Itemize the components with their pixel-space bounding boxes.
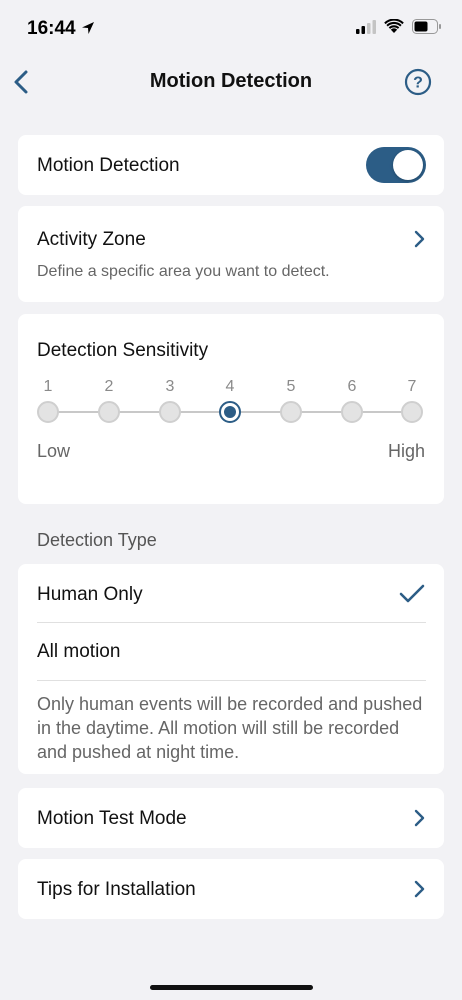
svg-text:?: ? [413, 75, 423, 92]
activity-zone-card[interactable]: Activity Zone Define a specific area you… [18, 206, 444, 302]
sensitivity-low-label: Low [37, 441, 71, 461]
detection-sensitivity-label: Detection Sensitivity [37, 340, 209, 361]
sensitivity-step-label: 7 [407, 378, 417, 395]
status-bar: 16:44 [0, 0, 462, 56]
tips-for-installation-card[interactable]: Tips for Installation [18, 859, 444, 919]
detection-type-note: Only human events will be recorded and p… [37, 694, 423, 762]
divider [37, 680, 426, 681]
status-icons [356, 19, 442, 34]
sensitivity-step-dot-selected[interactable] [219, 401, 241, 423]
detection-type-header: Detection Type [37, 530, 157, 550]
home-indicator [150, 985, 313, 990]
chevron-right-icon [414, 809, 425, 827]
sensitivity-step-label: 3 [165, 378, 175, 395]
motion-detection-toggle[interactable] [366, 147, 426, 183]
sensitivity-step-label: 4 [225, 378, 235, 395]
detection-option-human-only[interactable]: Human Only [18, 564, 444, 622]
sensitivity-step-dot[interactable] [98, 401, 120, 423]
page-title: Motion Detection [149, 70, 313, 92]
activity-zone-label: Activity Zone [37, 229, 146, 250]
detection-type-card: Human Only All motion Only human events … [18, 564, 444, 774]
help-icon[interactable]: ? [404, 68, 432, 96]
motion-detection-card: Motion Detection [18, 135, 444, 195]
all-motion-label: All motion [37, 641, 121, 662]
battery-icon [412, 19, 441, 34]
chevron-right-icon [414, 880, 425, 898]
chevron-right-icon [414, 230, 425, 248]
sensitivity-step-label: 2 [104, 378, 114, 395]
toggle-knob [393, 150, 423, 180]
sensitivity-step-dot[interactable] [341, 401, 363, 423]
sensitivity-step-label: 5 [286, 378, 296, 395]
sensitivity-high-label: High [387, 441, 425, 461]
sensitivity-step-dot[interactable] [159, 401, 181, 423]
wifi-icon [384, 19, 404, 33]
detection-option-all-motion[interactable]: All motion [18, 623, 444, 680]
tips-for-installation-label: Tips for Installation [37, 879, 196, 900]
location-arrow-icon [82, 22, 94, 34]
sensitivity-step-dot[interactable] [37, 401, 59, 423]
sensitivity-step-dot[interactable] [280, 401, 302, 423]
human-only-label: Human Only [37, 584, 143, 605]
status-time: 16:44 [27, 18, 76, 39]
sensitivity-step-label: 6 [347, 378, 357, 395]
motion-test-mode-card[interactable]: Motion Test Mode [18, 788, 444, 848]
checkmark-icon [399, 584, 425, 603]
nav-bar: Motion Detection ? [0, 56, 462, 108]
sensitivity-step-dot[interactable] [401, 401, 423, 423]
motion-test-mode-label: Motion Test Mode [37, 808, 187, 829]
cellular-signal-icon [356, 19, 376, 34]
detection-sensitivity-card: Detection Sensitivity 1 2 3 4 5 6 7 Low … [18, 314, 444, 504]
activity-zone-description: Define a specific area you want to detec… [37, 263, 330, 280]
sensitivity-step-label: 1 [43, 378, 53, 395]
motion-detection-label: Motion Detection [37, 155, 180, 176]
